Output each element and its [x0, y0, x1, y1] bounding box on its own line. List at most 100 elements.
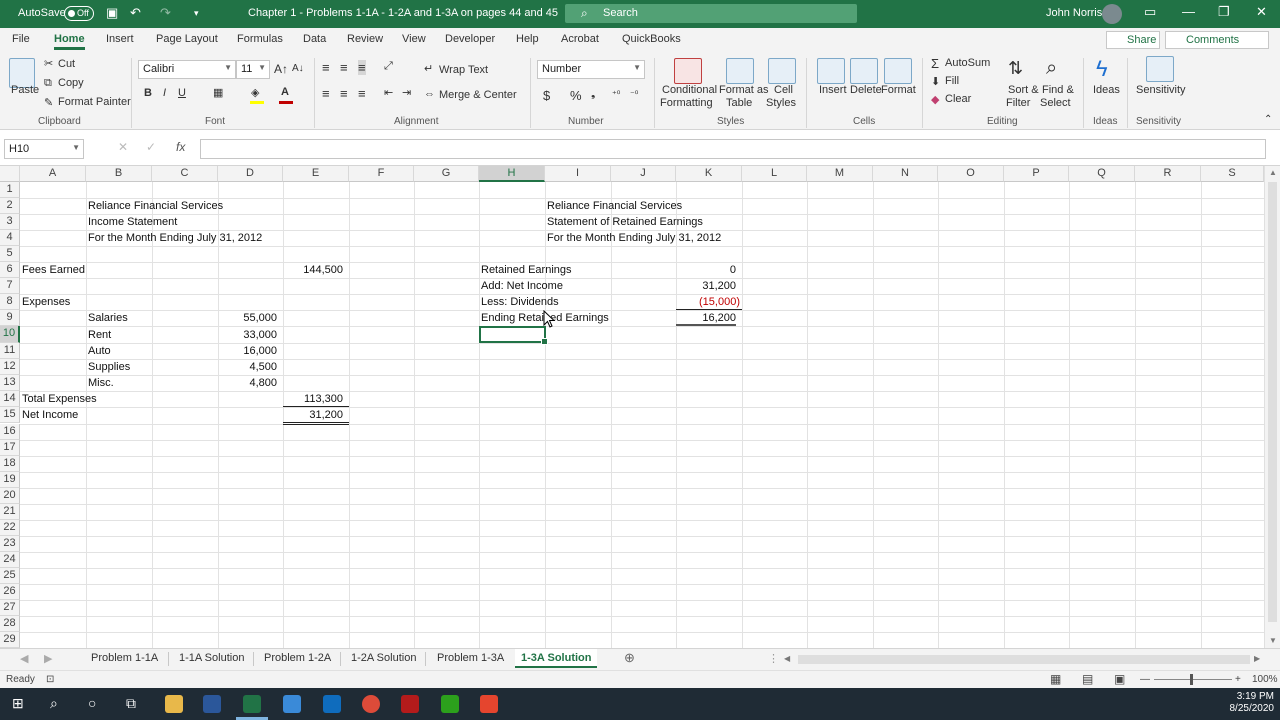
- enter-icon[interactable]: ✓: [146, 140, 156, 154]
- income-period[interactable]: For the Month Ending July 31, 2012: [88, 230, 262, 246]
- tab-review[interactable]: Review: [347, 33, 383, 45]
- tab-formulas[interactable]: Formulas: [237, 33, 283, 45]
- row-header[interactable]: 24: [0, 552, 20, 568]
- insert-cells-icon[interactable]: [817, 58, 845, 84]
- fees-earned-value[interactable]: 144,500: [283, 262, 343, 278]
- zoom-in-icon[interactable]: +: [1235, 674, 1241, 685]
- row-header[interactable]: 22: [0, 520, 20, 536]
- scroll-up-icon[interactable]: ▲: [1269, 168, 1277, 177]
- row-header[interactable]: 26: [0, 584, 20, 600]
- outlook-icon[interactable]: [323, 695, 341, 713]
- net-income-value[interactable]: 31,200: [283, 407, 349, 425]
- middle-align-icon[interactable]: ≡: [340, 60, 348, 75]
- zoom-slider-thumb[interactable]: [1190, 674, 1193, 685]
- column-header[interactable]: O: [938, 166, 1004, 182]
- page-layout-view-icon[interactable]: ▤: [1082, 672, 1093, 686]
- sheet-tab[interactable]: 1-2A Solution: [351, 652, 416, 664]
- italic-button[interactable]: I: [163, 87, 166, 99]
- row-header[interactable]: 19: [0, 472, 20, 488]
- find-select-icon[interactable]: ⌕: [1046, 57, 1057, 80]
- cell-styles-icon[interactable]: [768, 58, 796, 84]
- tab-developer[interactable]: Developer: [445, 33, 495, 45]
- sheet-tab[interactable]: 1-1A Solution: [179, 652, 244, 664]
- delete-cells-button[interactable]: Delete: [850, 84, 882, 96]
- format-painter-icon[interactable]: ✎: [44, 96, 53, 109]
- selected-cell-h10[interactable]: [479, 326, 548, 345]
- insert-function-button[interactable]: fx: [176, 140, 185, 154]
- row-header[interactable]: 2: [0, 198, 20, 214]
- bold-button[interactable]: B: [144, 87, 152, 99]
- scroll-down-icon[interactable]: ▼: [1269, 636, 1277, 645]
- format-as-table-icon[interactable]: [726, 58, 754, 84]
- less-dividends-value[interactable]: (15,000): [676, 294, 742, 310]
- ideas-icon[interactable]: ϟ: [1096, 56, 1108, 82]
- orientation-icon[interactable]: ⤢: [384, 60, 393, 73]
- row-header[interactable]: 25: [0, 568, 20, 584]
- tab-home[interactable]: Home: [54, 33, 85, 50]
- net-income-label[interactable]: Net Income: [22, 407, 78, 423]
- minimize-icon[interactable]: —: [1182, 4, 1195, 19]
- cut-button[interactable]: Cut: [58, 58, 75, 70]
- column-header[interactable]: L: [742, 166, 807, 182]
- redo-icon[interactable]: ↷: [160, 5, 171, 21]
- normal-view-icon[interactable]: ▦: [1050, 672, 1061, 686]
- row-header[interactable]: 3: [0, 214, 20, 230]
- column-header[interactable]: F: [349, 166, 414, 182]
- sensitivity-button[interactable]: Sensitivity: [1136, 84, 1186, 96]
- less-dividends-label[interactable]: Less: Dividends: [481, 294, 559, 310]
- row-header[interactable]: 11: [0, 343, 20, 359]
- row-header[interactable]: 20: [0, 488, 20, 504]
- retained-company[interactable]: Reliance Financial Services: [547, 198, 682, 214]
- fill-button[interactable]: Fill: [945, 75, 959, 87]
- add-sheet-icon[interactable]: ⊕: [624, 650, 635, 666]
- name-box[interactable]: H10 ▼: [4, 139, 84, 159]
- customize-toolbar-icon[interactable]: ▾: [194, 8, 199, 19]
- app-icon[interactable]: [283, 695, 301, 713]
- fill-color-icon[interactable]: ◈: [251, 86, 259, 99]
- camtasia-icon[interactable]: [480, 695, 498, 713]
- row-header[interactable]: 8: [0, 294, 20, 310]
- sort-filter-icon[interactable]: ⇅: [1008, 58, 1023, 79]
- clock[interactable]: 3:19 PM 8/25/2020: [1226, 691, 1275, 715]
- underline-button[interactable]: U: [178, 87, 186, 99]
- font-name-combo[interactable]: Calibri ▼: [138, 60, 236, 79]
- rent-value[interactable]: 33,000: [218, 327, 277, 343]
- zoom-slider-track[interactable]: [1154, 679, 1232, 680]
- zoom-level[interactable]: 100%: [1252, 674, 1278, 685]
- column-header[interactable]: D: [218, 166, 283, 182]
- close-icon[interactable]: ✕: [1256, 4, 1267, 20]
- undo-icon[interactable]: ↶: [130, 5, 141, 21]
- tab-insert[interactable]: Insert: [106, 33, 134, 45]
- cell-styles-button[interactable]: Cell: [774, 84, 793, 96]
- merge-center-button[interactable]: Merge & Center: [439, 89, 517, 101]
- scroll-left-icon[interactable]: ◀: [784, 654, 790, 663]
- tab-page-layout[interactable]: Page Layout: [156, 33, 218, 45]
- cancel-icon[interactable]: ✕: [118, 140, 128, 154]
- row-header[interactable]: 29: [0, 632, 20, 648]
- tab-quickbooks[interactable]: QuickBooks: [622, 33, 681, 45]
- ideas-button[interactable]: Ideas: [1093, 84, 1120, 96]
- row-header[interactable]: 12: [0, 359, 20, 375]
- restore-icon[interactable]: ❐: [1218, 4, 1230, 20]
- collapse-ribbon-icon[interactable]: ⌃: [1264, 114, 1272, 125]
- conditional-formatting-icon[interactable]: [674, 58, 702, 84]
- zoom-out-icon[interactable]: —: [1140, 674, 1150, 685]
- row-header[interactable]: 10: [0, 326, 20, 343]
- auto-value[interactable]: 16,000: [218, 343, 277, 359]
- tab-data[interactable]: Data: [303, 33, 326, 45]
- format-painter-button[interactable]: Format Painter: [58, 96, 131, 108]
- delete-cells-icon[interactable]: [850, 58, 878, 84]
- add-net-income-value[interactable]: 31,200: [676, 278, 736, 294]
- column-header[interactable]: H: [479, 166, 545, 182]
- vertical-scrollbar[interactable]: ▲ ▼: [1264, 166, 1280, 648]
- add-net-income-label[interactable]: Add: Net Income: [481, 278, 563, 294]
- borders-icon[interactable]: ▦: [213, 86, 223, 99]
- windows-start-icon[interactable]: ⊞: [12, 695, 24, 712]
- column-header[interactable]: B: [86, 166, 152, 182]
- ribbon-display-icon[interactable]: ▭: [1144, 4, 1156, 20]
- column-header[interactable]: K: [676, 166, 742, 182]
- supplies-value[interactable]: 4,500: [218, 359, 277, 375]
- accessibility-icon[interactable]: ⊡: [46, 674, 54, 685]
- sheet-tab[interactable]: Problem 1-1A: [91, 652, 158, 664]
- supplies-label[interactable]: Supplies: [88, 359, 130, 375]
